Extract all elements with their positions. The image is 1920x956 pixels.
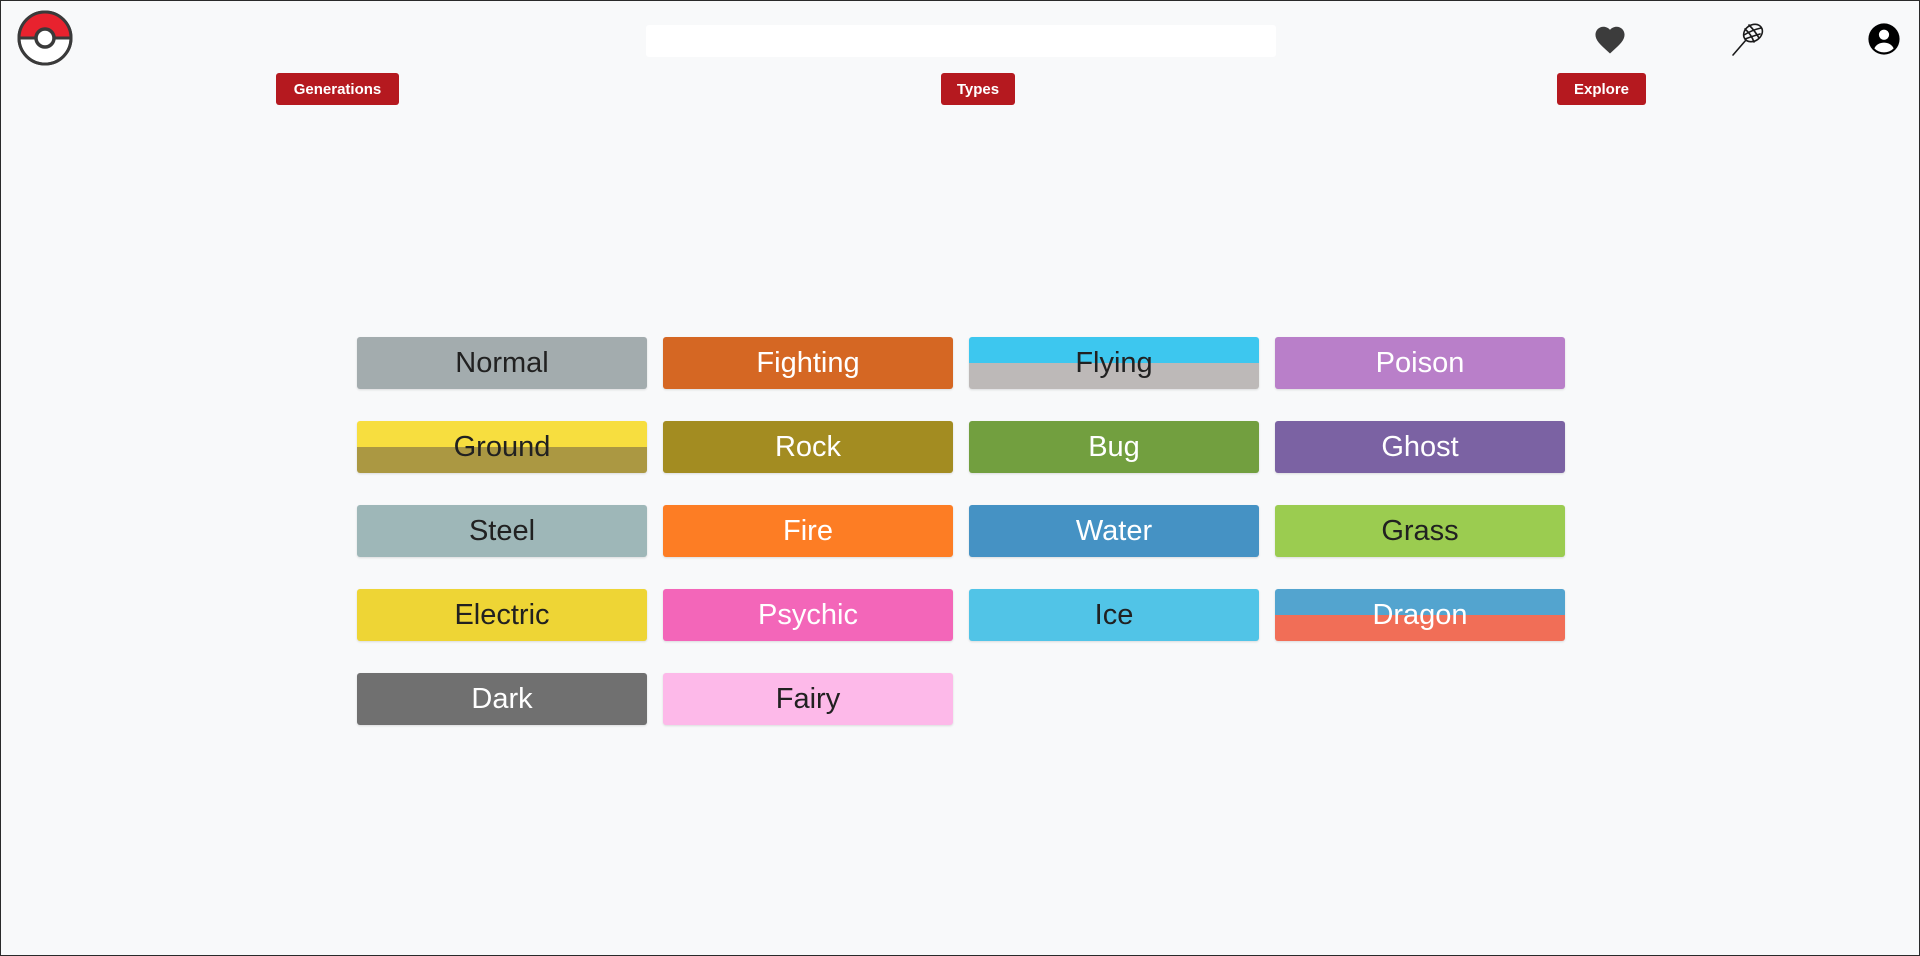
type-button-psychic[interactable]: Psychic	[663, 589, 953, 641]
type-button-electric[interactable]: Electric	[357, 589, 647, 641]
type-button-grass[interactable]: Grass	[1275, 505, 1565, 557]
generations-button[interactable]: Generations	[276, 73, 399, 105]
butterfly-net-icon[interactable]	[1728, 19, 1768, 59]
type-button-ice[interactable]: Ice	[969, 589, 1259, 641]
type-button-ghost[interactable]: Ghost	[1275, 421, 1565, 473]
heart-icon[interactable]	[1590, 19, 1630, 59]
type-button-fighting[interactable]: Fighting	[663, 337, 953, 389]
explore-button[interactable]: Explore	[1557, 73, 1646, 105]
type-button-flying[interactable]: Flying	[969, 337, 1259, 389]
type-button-dark[interactable]: Dark	[357, 673, 647, 725]
types-button[interactable]: Types	[941, 73, 1015, 105]
account-circle-icon[interactable]	[1864, 19, 1904, 59]
type-button-fairy[interactable]: Fairy	[663, 673, 953, 725]
type-button-water[interactable]: Water	[969, 505, 1259, 557]
search-input[interactable]	[646, 25, 1276, 57]
type-button-fire[interactable]: Fire	[663, 505, 953, 557]
type-button-rock[interactable]: Rock	[663, 421, 953, 473]
type-button-ground[interactable]: Ground	[357, 421, 647, 473]
type-button-normal[interactable]: Normal	[357, 337, 647, 389]
type-button-dragon[interactable]: Dragon	[1275, 589, 1565, 641]
type-grid: Normal Fighting Flying Poison Ground Rock Bug G…	[357, 337, 1565, 725]
pokeball-logo-icon[interactable]	[16, 9, 74, 67]
type-button-poison[interactable]: Poison	[1275, 337, 1565, 389]
type-button-bug[interactable]: Bug	[969, 421, 1259, 473]
type-button-steel[interactable]: Steel	[357, 505, 647, 557]
